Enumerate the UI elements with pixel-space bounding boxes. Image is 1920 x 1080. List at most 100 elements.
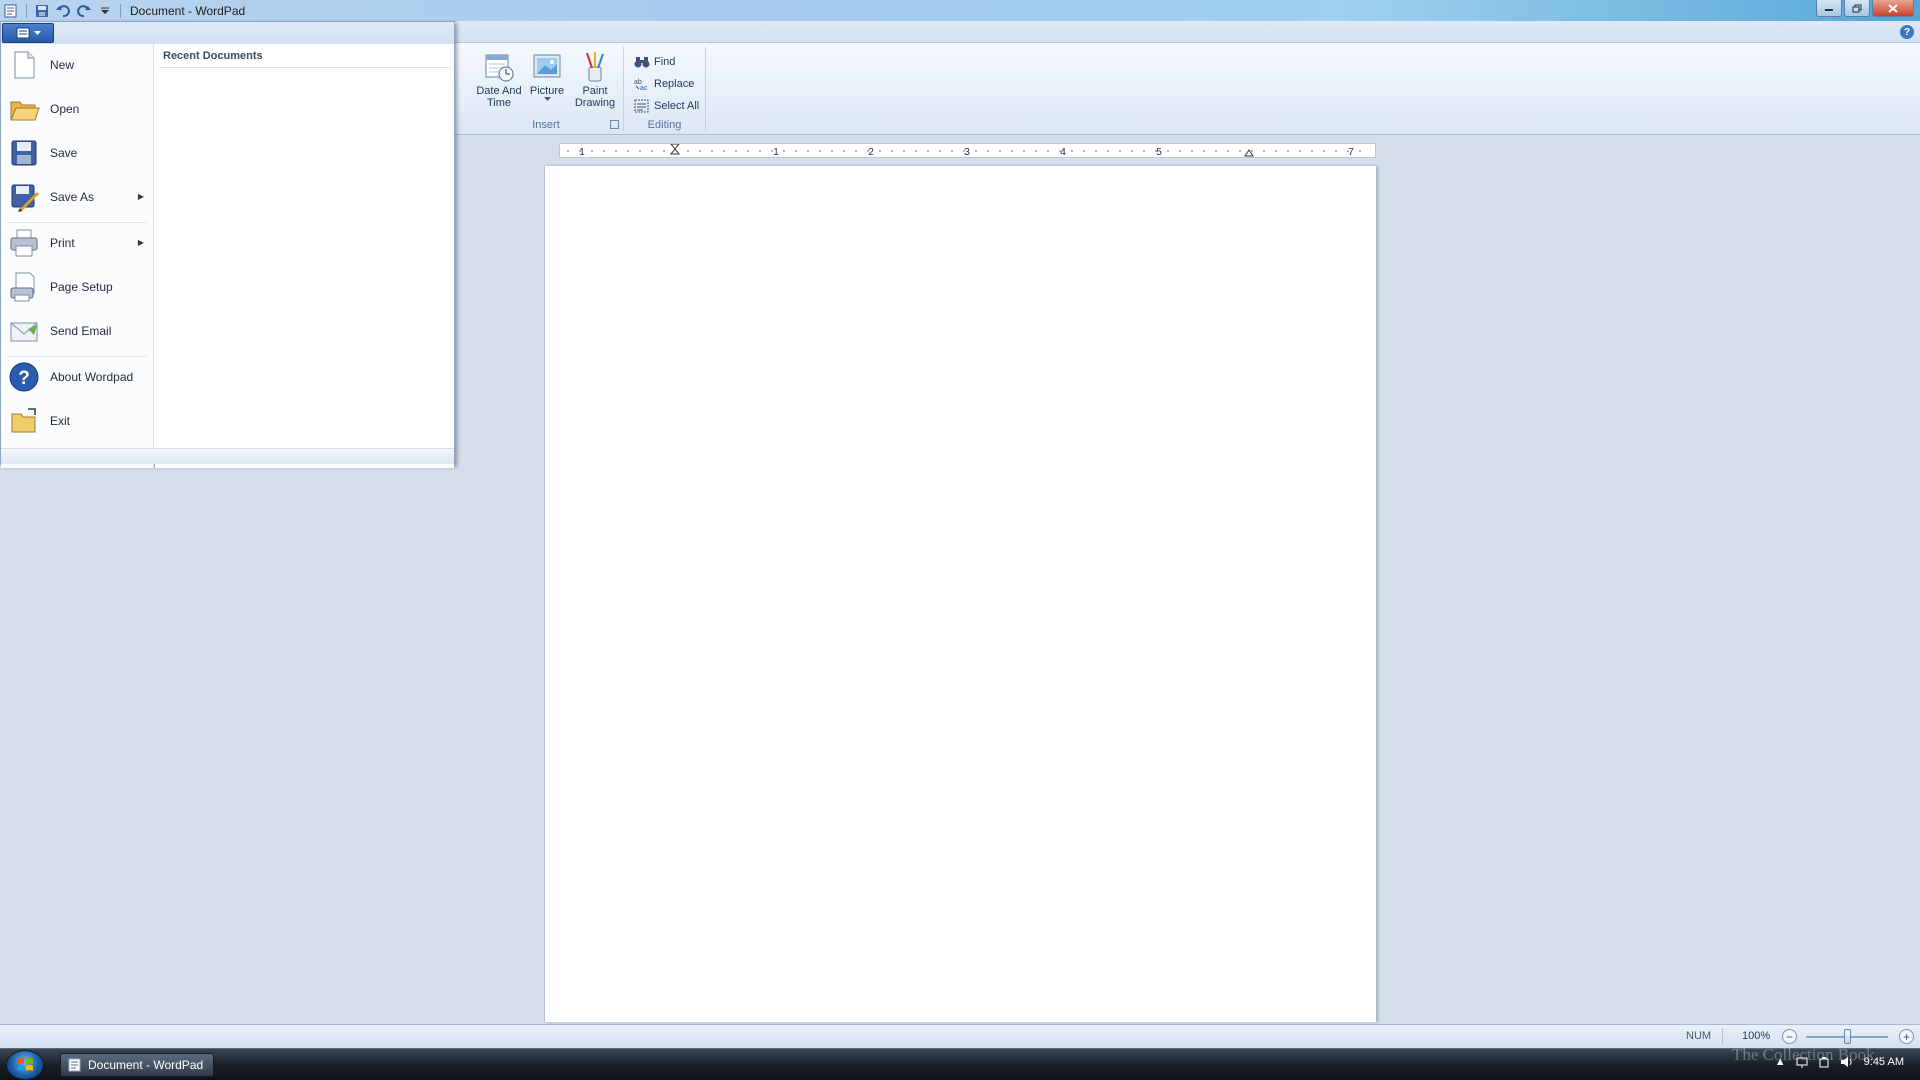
application-menu-footer [1, 448, 454, 464]
wordpad-app-icon[interactable] [2, 2, 20, 20]
zoom-slider-thumb[interactable] [1844, 1029, 1851, 1044]
menu-item-label: Save [50, 146, 78, 160]
menu-item-label: Save As [50, 190, 95, 204]
binoculars-icon [634, 57, 650, 68]
window-controls [1816, 0, 1914, 17]
select-all-button[interactable]: Select All [634, 97, 699, 115]
menu-item-new[interactable]: New [5, 47, 150, 83]
restore-button[interactable] [1844, 0, 1870, 17]
submenu-arrow-icon: ▶ [137, 192, 144, 201]
paint-drawing-label: Paint Drawing [574, 85, 616, 109]
application-menu: New Open Save Save As ▶ Print ▶ Page Set… [0, 21, 455, 468]
application-menu-commands: New Open Save Save As ▶ Print ▶ Page Set… [1, 44, 154, 468]
close-button[interactable] [1872, 0, 1914, 17]
ruler-label: 1 [773, 147, 779, 157]
paint-brushes-icon [586, 52, 604, 82]
horizontal-ruler[interactable]: 1 1 2 3 4 5 7 [559, 143, 1376, 158]
menu-item-page-setup[interactable]: Page Setup [5, 269, 150, 305]
editing-group: Find ab ac Replace Select All Editing [624, 47, 706, 131]
redo-icon[interactable] [75, 2, 93, 20]
ruler-label: 3 [964, 147, 970, 157]
date-and-time-button[interactable]: Date And Time [475, 51, 523, 109]
menu-item-label: About Wordpad [50, 370, 134, 384]
save-as-icon [11, 184, 40, 213]
dialog-launcher-icon[interactable] [610, 120, 619, 129]
email-icon [10, 322, 38, 342]
document-icon [16, 27, 29, 39]
qat-separator [26, 3, 27, 18]
select-all-icon [634, 99, 649, 113]
windows-logo-icon [17, 1058, 33, 1071]
menu-item-about-wordpad[interactable]: ? About Wordpad [5, 359, 150, 395]
paint-drawing-button[interactable]: Paint Drawing [571, 51, 619, 109]
menu-item-save[interactable]: Save [5, 135, 150, 171]
menu-item-open[interactable]: Open [5, 91, 150, 127]
ruler-label: 4 [1060, 147, 1066, 157]
select-all-label: Select All [654, 100, 700, 112]
document-page[interactable] [544, 166, 1376, 1022]
find-button[interactable]: Find [634, 53, 675, 71]
menu-item-label: Print [50, 236, 75, 250]
quick-access-toolbar [0, 0, 124, 21]
taskbar-item-label: Document - WordPad [88, 1058, 204, 1072]
menu-item-label: Send Email [50, 324, 112, 338]
open-folder-icon [10, 101, 40, 121]
insert-group-label: Insert [532, 119, 560, 131]
status-bar: NUM 100% − + [0, 1024, 1920, 1048]
replace-label: Replace [654, 78, 695, 90]
watermark-text: The Collection Book [1732, 1045, 1875, 1064]
replace-icon: abac [634, 79, 648, 91]
recent-documents-divider [159, 67, 450, 68]
wordpad-icon [68, 1058, 81, 1072]
recent-documents-title: Recent Documents [163, 50, 263, 62]
svg-text:ac: ac [640, 85, 648, 91]
application-menu-header [1, 22, 454, 44]
page-setup-icon [10, 272, 35, 302]
taskbar: Document - WordPad ▲ 9:45 AM [0, 1048, 1920, 1080]
calendar-clock-icon [485, 54, 514, 82]
ruler-label: 1 [579, 147, 585, 157]
qat-separator [120, 3, 121, 18]
svg-text:?: ? [18, 368, 30, 389]
submenu-arrow-icon: ▶ [137, 238, 144, 247]
editing-group-label: Editing [647, 119, 682, 131]
menu-item-print[interactable]: Print ▶ [5, 225, 150, 261]
customize-qat-icon[interactable] [96, 2, 114, 20]
menu-item-save-as[interactable]: Save As ▶ [5, 179, 150, 215]
start-button[interactable] [6, 1050, 44, 1080]
help-question-icon: ? [9, 362, 39, 392]
status-separator [1722, 1028, 1723, 1045]
ruler-label: 2 [868, 147, 874, 157]
zoom-level[interactable]: 100% [1742, 1030, 1770, 1042]
left-indent-marker[interactable] [669, 144, 681, 155]
ruler-label: 7 [1348, 147, 1354, 157]
insert-group: Date And Time Picture Paint Drawing Inse… [469, 47, 624, 131]
menu-separator [7, 356, 147, 357]
title-bar: Document - WordPad [0, 0, 1920, 21]
menu-item-exit[interactable]: Exit [5, 403, 150, 439]
replace-button[interactable]: ab ac Replace [634, 75, 694, 93]
num-lock-indicator: NUM [1686, 1030, 1712, 1042]
new-document-icon [14, 51, 35, 79]
picture-button[interactable]: Picture [527, 51, 567, 102]
date-and-time-label: Date And Time [476, 85, 522, 109]
printer-icon [10, 229, 38, 257]
minimize-button[interactable] [1816, 0, 1842, 17]
undo-icon[interactable] [54, 2, 72, 20]
save-icon[interactable] [33, 2, 51, 20]
menu-item-label: Page Setup [50, 280, 113, 294]
menu-item-label: New [50, 58, 75, 72]
chevron-down-icon [33, 30, 41, 35]
menu-item-send-email[interactable]: Send Email [5, 313, 150, 349]
zoom-in-button[interactable]: + [1899, 1029, 1914, 1044]
recent-documents-panel: Recent Documents [155, 44, 454, 468]
menu-item-label: Open [50, 102, 80, 116]
help-icon[interactable]: ? [1900, 25, 1914, 39]
menu-separator [7, 222, 147, 223]
taskbar-item-wordpad[interactable]: Document - WordPad [60, 1053, 214, 1077]
picture-label: Picture [529, 85, 565, 97]
zoom-out-button[interactable]: − [1782, 1029, 1797, 1044]
menu-item-label: Exit [50, 414, 71, 428]
application-menu-button[interactable] [2, 23, 54, 43]
ruler-scale: 1 1 2 3 4 5 7 [567, 144, 1361, 157]
